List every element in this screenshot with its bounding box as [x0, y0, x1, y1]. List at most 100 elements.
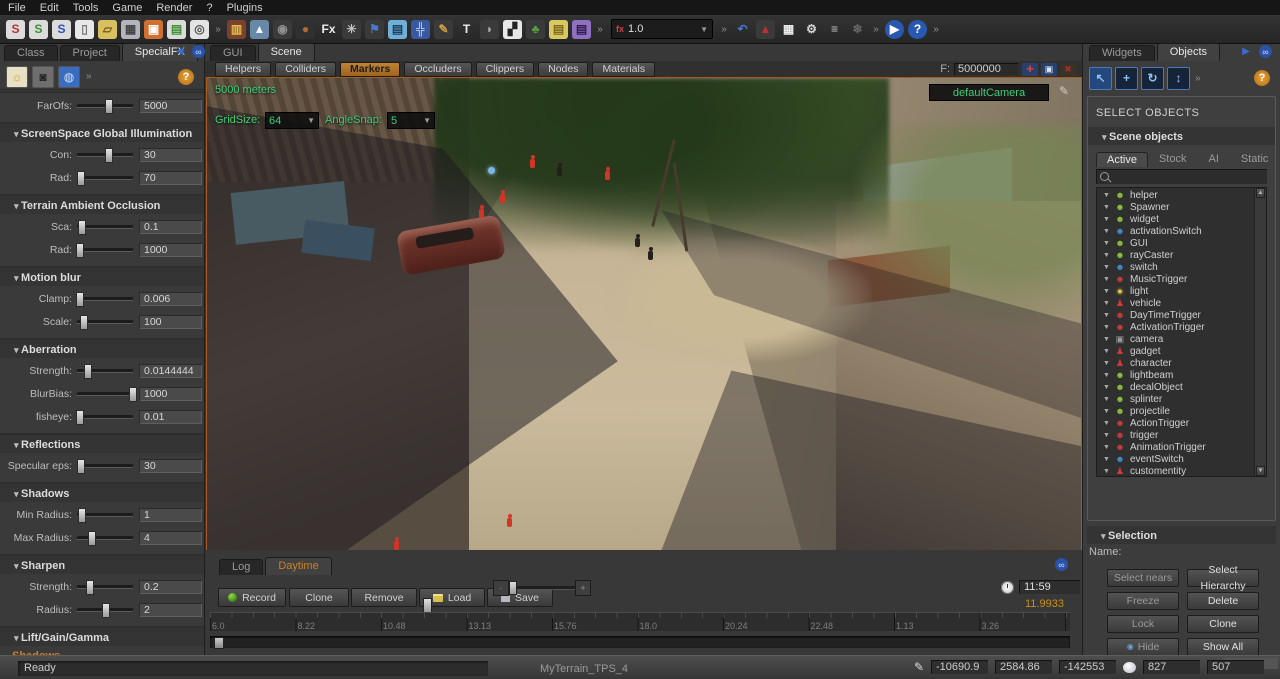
- scale-icon[interactable]: ↕: [1167, 67, 1190, 90]
- sound-icon[interactable]: ◗: [480, 20, 499, 39]
- loop-icon[interactable]: ∞: [1259, 45, 1272, 58]
- slider-handle[interactable]: [76, 243, 84, 258]
- object-type-row[interactable]: ▼ GUI: [1097, 237, 1254, 249]
- flag-icon[interactable]: ⚑: [365, 20, 384, 39]
- object-list-tab[interactable]: Static: [1230, 151, 1280, 167]
- viewport-tab[interactable]: Scene: [258, 43, 315, 61]
- export-icon[interactable]: ▤: [167, 20, 186, 39]
- object-type-row[interactable]: ▼ DayTimeTrigger: [1097, 309, 1254, 321]
- selection-header[interactable]: Selection: [1087, 526, 1276, 544]
- slider-handle[interactable]: [76, 292, 84, 307]
- selection-button[interactable]: Show All: [1187, 638, 1259, 656]
- zoom-out-button[interactable]: ·: [493, 580, 509, 596]
- object-type-row[interactable]: ▼ Spawner: [1097, 201, 1254, 213]
- object-type-row[interactable]: ▼ eventSwitch: [1097, 453, 1254, 465]
- scene-character-marker[interactable]: [635, 238, 640, 247]
- collapse-arrow-icon[interactable]: ◀: [176, 46, 184, 57]
- slider-value-field[interactable]: 1000: [139, 243, 202, 257]
- help-icon[interactable]: ?: [178, 69, 194, 85]
- slider-handle[interactable]: [129, 387, 137, 402]
- scene-character-marker[interactable]: [500, 194, 505, 203]
- clipboard-icon[interactable]: ▤: [388, 20, 407, 39]
- menu-item[interactable]: Game: [112, 2, 142, 14]
- viewport-tab[interactable]: GUI: [210, 45, 256, 61]
- scene-character-marker[interactable]: [479, 209, 484, 218]
- count-field[interactable]: 507: [1207, 660, 1264, 674]
- slider-handle[interactable]: [78, 508, 86, 523]
- bonsai-tree-icon[interactable]: ♣: [526, 20, 545, 39]
- slider[interactable]: [77, 608, 133, 612]
- object-type-row[interactable]: ▼ gadget: [1097, 345, 1254, 357]
- slider-handle[interactable]: [78, 220, 86, 235]
- expand-arrow-icon[interactable]: ▼: [1103, 228, 1110, 235]
- slider[interactable]: [77, 392, 133, 396]
- slider-handle[interactable]: [105, 99, 113, 114]
- save-icon[interactable]: ▦: [121, 20, 140, 39]
- object-list-tab[interactable]: AI: [1197, 151, 1229, 167]
- object-type-row[interactable]: ▼ splinter: [1097, 393, 1254, 405]
- slider[interactable]: [77, 585, 133, 589]
- overflow-chevron[interactable]: »: [871, 20, 881, 39]
- slider-handle[interactable]: [86, 580, 94, 595]
- page-purple-icon[interactable]: ▤: [572, 20, 591, 39]
- scene-character-marker[interactable]: [605, 171, 610, 180]
- overflow-chevron[interactable]: »: [86, 71, 92, 82]
- slider[interactable]: [77, 176, 133, 180]
- menu-item[interactable]: Render: [156, 2, 192, 14]
- expand-arrow-icon[interactable]: ▼: [1103, 288, 1110, 295]
- scene-green-icon[interactable]: S: [29, 20, 48, 39]
- playhead-track[interactable]: [210, 598, 1070, 611]
- move-icon[interactable]: +: [1115, 67, 1138, 90]
- count-field[interactable]: 827: [1143, 660, 1200, 674]
- grid-icon[interactable]: ▦: [779, 20, 798, 39]
- bottom-tab[interactable]: Daytime: [265, 557, 331, 575]
- slider-value-field[interactable]: 1000: [139, 387, 202, 401]
- slider-handle[interactable]: [77, 459, 85, 474]
- scene-red-icon[interactable]: S: [6, 20, 25, 39]
- disc-icon[interactable]: ◎: [190, 20, 209, 39]
- mode-button[interactable]: Nodes: [538, 62, 588, 77]
- timeline-zoom-slider[interactable]: [509, 586, 575, 590]
- terrain-icon[interactable]: ▲: [250, 20, 269, 39]
- slider-handle[interactable]: [84, 364, 92, 379]
- expand-arrow-icon[interactable]: ▼: [1103, 432, 1110, 439]
- environment-icon[interactable]: ☼: [6, 66, 28, 88]
- expand-arrow-icon[interactable]: ▼: [1103, 324, 1110, 331]
- section-header[interactable]: Reflections: [0, 435, 204, 453]
- section-header[interactable]: Sharpen: [0, 556, 204, 574]
- help-round-icon[interactable]: ?: [908, 20, 927, 39]
- slider[interactable]: [77, 415, 133, 419]
- expand-arrow-icon[interactable]: ▼: [1103, 300, 1110, 307]
- text-icon[interactable]: T: [457, 20, 476, 39]
- scroll-up-icon[interactable]: ▲: [1256, 188, 1265, 198]
- coordinate-field[interactable]: 2584.86: [995, 660, 1052, 674]
- object-type-row[interactable]: ▼ activationSwitch: [1097, 225, 1254, 237]
- mountain-new-icon[interactable]: ▲: [756, 20, 775, 39]
- import-icon[interactable]: ▣: [144, 20, 163, 39]
- expand-arrow-icon[interactable]: ▼: [1103, 372, 1110, 379]
- expand-arrow-icon[interactable]: ▼: [1103, 384, 1110, 391]
- slider-handle[interactable]: [509, 581, 517, 595]
- expand-arrow-icon[interactable]: ▼: [1103, 264, 1110, 271]
- slider-value-field[interactable]: 30: [139, 148, 202, 162]
- slider[interactable]: [77, 153, 133, 157]
- overflow-chevron[interactable]: »: [719, 20, 729, 39]
- mode-button[interactable]: Occluders: [404, 62, 471, 77]
- time-field[interactable]: 11:59: [1019, 580, 1080, 594]
- object-list-tab[interactable]: Stock: [1148, 151, 1198, 167]
- scene-viewport[interactable]: 5000 meters GridSize: 64▼ AngleSnap: 5▼ …: [206, 77, 1082, 551]
- expand-arrow-icon[interactable]: ▼: [1103, 192, 1110, 199]
- object-type-row[interactable]: ▼ camera: [1097, 333, 1254, 345]
- rotate-icon[interactable]: ↻: [1141, 67, 1164, 90]
- loop-icon[interactable]: ∞: [192, 45, 205, 58]
- object-type-row[interactable]: ▼ ActionTrigger: [1097, 417, 1254, 429]
- object-type-row[interactable]: ▼ light: [1097, 285, 1254, 297]
- slider-value-field[interactable]: 0.01: [139, 410, 202, 424]
- slider[interactable]: [77, 248, 133, 252]
- menu-item[interactable]: ?: [206, 2, 212, 14]
- expand-arrow-icon[interactable]: ▼: [1103, 456, 1110, 463]
- expand-arrow-icon[interactable]: ▼: [1103, 420, 1110, 427]
- scene-character-marker[interactable]: [648, 251, 653, 260]
- gear-icon[interactable]: ⚙: [802, 20, 821, 39]
- object-type-row[interactable]: ▼ lightbeam: [1097, 369, 1254, 381]
